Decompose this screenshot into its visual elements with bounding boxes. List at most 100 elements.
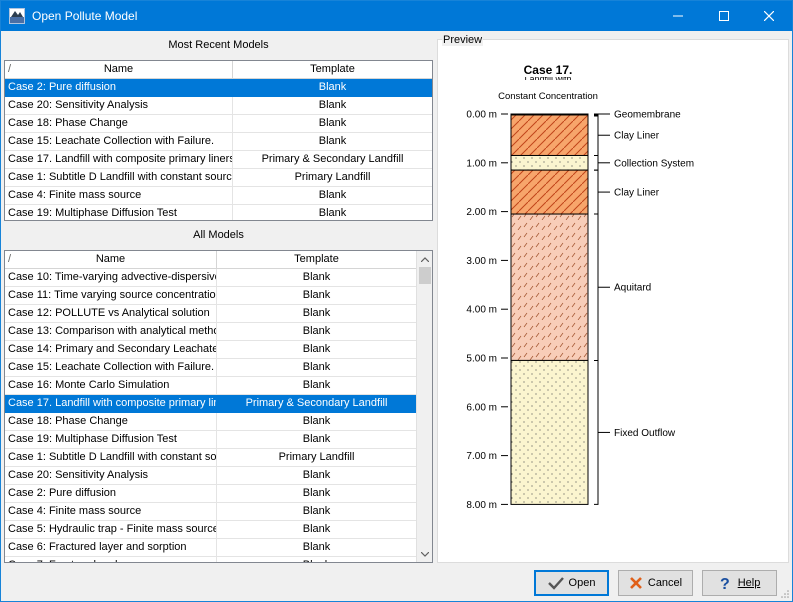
- table-row[interactable]: Case 4: Finite mass source Blank: [5, 187, 432, 205]
- soil-layer: [510, 359, 589, 505]
- model-name-cell: Case 14: Primary and Secondary Leachate: [5, 341, 217, 358]
- minimize-button[interactable]: [655, 1, 701, 31]
- model-name-cell: Case 18: Phase Change: [5, 413, 217, 430]
- minimize-icon: [673, 15, 683, 17]
- open-pollute-model-dialog: Open Pollute Model Most Recent Models / …: [0, 0, 793, 602]
- table-row[interactable]: Case 13: Comparison with analytical meth…: [5, 323, 416, 341]
- column-header-name[interactable]: Name: [5, 61, 233, 79]
- table-row[interactable]: Case 1: Subtitle D Landfill with constan…: [5, 449, 416, 467]
- all-models-scrollbar[interactable]: [416, 251, 432, 562]
- depth-tick-label: 1.00 m: [466, 158, 497, 169]
- model-template-cell: Blank: [302, 307, 331, 319]
- depth-tick-label: 5.00 m: [466, 354, 497, 365]
- table-row[interactable]: Case 11: Time varying source concentrati…: [5, 287, 416, 305]
- table-row[interactable]: Case 17. Landfill with composite primary…: [5, 151, 432, 169]
- window-title: Open Pollute Model: [32, 9, 138, 23]
- soil-layer: [510, 169, 589, 215]
- all-grid-header: / Name Template: [5, 251, 416, 269]
- model-template-cell: Blank: [302, 433, 331, 445]
- resize-grip-icon[interactable]: [780, 589, 790, 599]
- model-name-cell: Case 20: Sensitivity Analysis: [5, 97, 233, 114]
- table-row[interactable]: Case 18: Phase Change Blank: [5, 115, 432, 133]
- model-name-cell: Case 1: Subtitle D Landfill with constan…: [5, 449, 217, 466]
- table-row[interactable]: Case 4: Finite mass source Blank: [5, 503, 416, 521]
- column-header-template[interactable]: Template: [233, 61, 432, 79]
- column-header-name[interactable]: Name: [5, 251, 217, 269]
- layer-bracket: [594, 114, 599, 156]
- cancel-button[interactable]: Cancel: [618, 570, 693, 596]
- layer-bracket: [594, 154, 599, 171]
- table-row[interactable]: Case 16: Monte Carlo Simulation Blank: [5, 377, 416, 395]
- table-row[interactable]: Case 10: Time-varying advective-dispersi…: [5, 269, 416, 287]
- open-button[interactable]: Open: [534, 570, 609, 596]
- layer-label: Collection System: [614, 158, 694, 169]
- model-name-cell: Case 5: Hydraulic trap - Finite mass sou…: [5, 521, 217, 538]
- help-button-label: Help: [737, 577, 761, 589]
- layer-label: Fixed Outflow: [614, 428, 676, 439]
- table-row[interactable]: Case 20: Sensitivity Analysis Blank: [5, 467, 416, 485]
- preview-diagram: Case 17. Landfill with Constant Concentr…: [466, 63, 694, 511]
- depth-tick-label: 6.00 m: [466, 402, 497, 413]
- layer-bracket: [594, 359, 599, 505]
- recent-grid-header: / Name Template: [5, 61, 432, 79]
- cancel-button-label: Cancel: [647, 577, 683, 589]
- table-row[interactable]: Case 12: POLLUTE vs Analytical solution B…: [5, 305, 416, 323]
- recent-models-grid[interactable]: / Name Template Case 2: Pure diffusion Bl…: [4, 60, 433, 221]
- layer-label: Clay Liner: [614, 131, 660, 142]
- maximize-button[interactable]: [701, 1, 747, 31]
- model-name-cell: Case 19: Multiphase Diffusion Test: [5, 205, 233, 220]
- table-row[interactable]: Case 15: Leachate Collection with Failur…: [5, 359, 416, 377]
- table-row[interactable]: Case 5: Hydraulic trap - Finite mass sou…: [5, 521, 416, 539]
- table-row[interactable]: Case 6: Fractured layer and sorption Blan…: [5, 539, 416, 557]
- model-template-cell: Blank: [318, 207, 347, 219]
- table-row[interactable]: Case 15: Leachate Collection with Failur…: [5, 133, 432, 151]
- scroll-down-icon[interactable]: [417, 546, 432, 562]
- recent-models-title: Most Recent Models: [168, 39, 269, 51]
- table-row[interactable]: Case 17. Landfill with composite primary…: [5, 395, 416, 413]
- open-button-label: Open: [568, 577, 596, 589]
- table-row[interactable]: Case 19: Multiphase Diffusion Test Blank: [5, 205, 432, 220]
- layer-label: Geomembrane: [614, 110, 681, 121]
- model-name-cell: Case 1: Subtitle D Landfill with constan…: [5, 169, 233, 186]
- model-template-cell: Blank: [318, 135, 347, 147]
- table-row[interactable]: Case 2: Pure diffusion Blank: [5, 485, 416, 503]
- model-template-cell: Blank: [318, 99, 347, 111]
- table-row[interactable]: Case 14: Primary and Secondary Leachate B…: [5, 341, 416, 359]
- depth-axis: 0.00 m 1.00 m 2.00 m 3.00 m 4.00 m 5.00 m 6.00…: [466, 110, 508, 511]
- depth-tick-label: 0.00 m: [466, 110, 497, 121]
- table-row[interactable]: Case 1: Subtitle D Landfill with constan…: [5, 169, 432, 187]
- title-bar[interactable]: Open Pollute Model: [1, 1, 792, 31]
- app-icon: [9, 8, 25, 24]
- scroll-up-icon[interactable]: [417, 251, 432, 267]
- model-name-cell: Case 7: Fractured and ...: [5, 557, 217, 562]
- model-name-cell: Case 2: Pure diffusion: [5, 485, 217, 502]
- help-question-icon: ?: [720, 576, 730, 591]
- preview-panel: Case 17. Landfill with Constant Concentr…: [437, 39, 789, 563]
- model-template-cell: Primary & Secondary Landfill: [245, 397, 388, 409]
- soil-layer: [510, 213, 589, 361]
- help-button[interactable]: ? Help: [702, 570, 777, 596]
- model-name-cell: Case 17. Landfill with composite primary…: [5, 395, 217, 412]
- model-name-cell: Case 18: Phase Change: [5, 115, 233, 132]
- model-name-cell: Case 10: Time-varying advective-dispersi…: [5, 269, 217, 286]
- depth-tick-label: 7.00 m: [466, 451, 497, 462]
- all-models-grid[interactable]: / Name Template Case 10: Time-varying ad…: [4, 250, 433, 563]
- model-template-cell: Primary & Secondary Landfill: [261, 153, 404, 165]
- depth-tick-label: 4.00 m: [466, 305, 497, 316]
- table-row[interactable]: Case 18: Phase Change Blank: [5, 413, 416, 431]
- model-template-cell: Blank: [302, 343, 331, 355]
- model-template-cell: Blank: [302, 487, 331, 499]
- table-row[interactable]: Case 2: Pure diffusion Blank: [5, 79, 432, 97]
- layer-bracket: [594, 213, 599, 361]
- model-template-cell: Blank: [302, 271, 331, 283]
- scroll-thumb[interactable]: [419, 267, 431, 284]
- table-row[interactable]: Case 20: Sensitivity Analysis Blank: [5, 97, 432, 115]
- table-row[interactable]: Case 19: Multiphase Diffusion Test Blank: [5, 431, 416, 449]
- model-name-cell: Case 6: Fractured layer and sorption: [5, 539, 217, 556]
- layer-label: Aquitard: [614, 283, 651, 294]
- model-template-cell: Blank: [318, 189, 347, 201]
- close-button[interactable]: [746, 1, 792, 31]
- table-row[interactable]: Case 7: Fractured and ...Blank: [5, 557, 416, 562]
- model-name-cell: Case 2: Pure diffusion: [5, 79, 233, 96]
- column-header-template[interactable]: Template: [217, 251, 416, 269]
